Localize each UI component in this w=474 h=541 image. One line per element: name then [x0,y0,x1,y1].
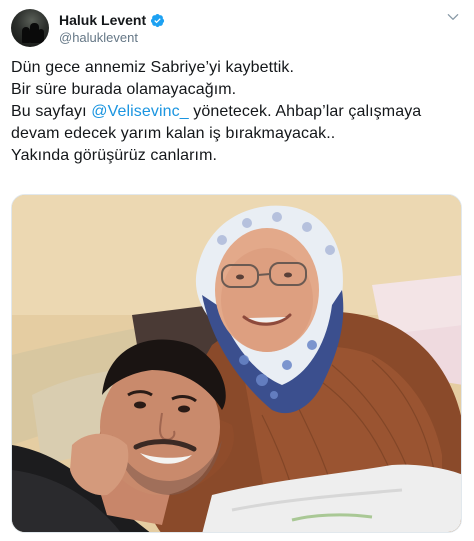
tweet-line-3-prefix: Bu sayfayı [11,103,92,120]
author-block: Haluk Levent @haluklevent [59,11,165,45]
mention-link[interactable]: @Velisevinc_ [91,103,189,120]
verified-badge-icon [151,13,165,27]
tweet-line-3: Bu sayfayı @Velisevinc_ yönetecek. Ahbap… [11,101,463,123]
author-display-name[interactable]: Haluk Levent [59,12,146,28]
tweet-text: Dün gece annemiz Sabriye’yi kaybettik. B… [11,57,463,167]
tweet-line-4: devam edecek yarım kalan iş bırakmayacak… [11,125,336,142]
tweet-line-1: Dün gece annemiz Sabriye’yi kaybettik. [11,59,295,76]
tweet-photo[interactable] [11,194,462,533]
tweet-line-2: Bir süre burada olamayacağım. [11,81,237,98]
photo-illustration [12,195,461,532]
tweet-line-3-suffix: yönetecek. Ahbap’lar çalışmaya [188,103,422,120]
tweet-line-5: Yakında görüşürüz canlarım. [11,147,218,164]
author-handle[interactable]: @haluklevent [59,30,165,45]
profile-avatar-icon[interactable] [11,9,49,47]
tweet-header: Haluk Levent @haluklevent [11,8,165,48]
chevron-down-icon[interactable] [446,10,460,24]
